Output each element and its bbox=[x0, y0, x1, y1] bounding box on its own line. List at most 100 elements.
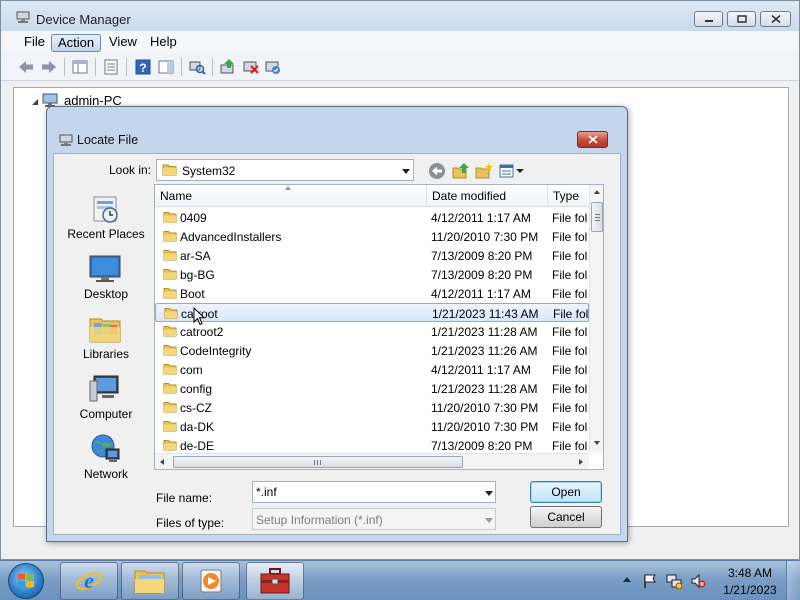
folder-icon bbox=[163, 421, 177, 432]
file-name-input[interactable] bbox=[256, 484, 466, 500]
file-row[interactable]: catroot2 1/21/2023 11:28 AM File fol bbox=[155, 322, 589, 341]
cancel-button[interactable]: Cancel bbox=[530, 506, 602, 528]
collapse-triangle-icon[interactable]: ◢ bbox=[32, 97, 38, 106]
file-row[interactable]: cs-CZ 11/20/2010 7:30 PM File fol bbox=[155, 398, 589, 417]
volume-muted-icon[interactable] bbox=[690, 573, 706, 589]
device-manager-icon bbox=[59, 134, 73, 146]
chevron-down-icon[interactable] bbox=[485, 491, 493, 496]
file-name-combobox[interactable] bbox=[252, 481, 496, 503]
locate-file-dialog: Locate File Look in: System32 Recent Pla… bbox=[46, 106, 628, 542]
file-row[interactable]: Boot 4/12/2011 1:17 AM File fol bbox=[155, 284, 589, 303]
vertical-scrollbar[interactable] bbox=[589, 185, 603, 453]
properties-icon[interactable] bbox=[102, 58, 120, 76]
device-manager-titlebar[interactable]: Device Manager bbox=[1, 1, 799, 31]
type-cell: File fol bbox=[552, 268, 588, 282]
network-status-icon[interactable] bbox=[666, 573, 682, 589]
file-list[interactable]: Name Date modified Type 0409 4/12/2011 1:… bbox=[154, 184, 604, 470]
file-row[interactable]: com 4/12/2011 1:17 AM File fol bbox=[155, 360, 589, 379]
file-row[interactable]: ar-SA 7/13/2009 8:20 PM File fol bbox=[155, 246, 589, 265]
file-row[interactable]: bg-BG 7/13/2009 8:20 PM File fol bbox=[155, 265, 589, 284]
back-icon[interactable] bbox=[428, 162, 446, 180]
date-modified-cell: 11/20/2010 7:30 PM bbox=[431, 401, 539, 415]
show-hide-console-tree-icon[interactable] bbox=[71, 58, 89, 76]
scroll-up-icon[interactable] bbox=[594, 190, 600, 194]
place-computer[interactable]: Computer bbox=[58, 373, 154, 429]
enable-device-icon[interactable] bbox=[264, 58, 282, 76]
type-cell: File fol bbox=[552, 401, 588, 415]
date-modified-cell: 11/20/2010 7:30 PM bbox=[431, 230, 539, 244]
open-button[interactable]: Open bbox=[530, 481, 602, 503]
taskbar-internet-explorer[interactable]: e bbox=[60, 562, 118, 600]
file-type-label: Files of type: bbox=[156, 516, 225, 530]
minimize-button[interactable] bbox=[694, 11, 723, 27]
maximize-button[interactable] bbox=[727, 11, 756, 27]
file-row[interactable]: de-DE 7/13/2009 8:20 PM File fol bbox=[155, 436, 589, 452]
type-cell: File fol bbox=[552, 363, 588, 377]
file-row[interactable]: AdvancedInstallers 11/20/2010 7:30 PM File… bbox=[155, 227, 589, 246]
file-row[interactable]: da-DK 11/20/2010 7:30 PM File fol bbox=[155, 417, 589, 436]
file-row[interactable]: 0409 4/12/2011 1:17 AM File fol bbox=[155, 208, 589, 227]
date-modified-cell: 4/12/2011 1:17 AM bbox=[431, 363, 531, 377]
update-driver-icon[interactable] bbox=[219, 58, 237, 76]
place-label: Libraries bbox=[82, 347, 130, 361]
horizontal-scroll-thumb[interactable] bbox=[173, 456, 463, 468]
show-hidden-icons-icon[interactable] bbox=[623, 577, 631, 582]
date-modified-cell: 7/13/2009 8:20 PM bbox=[431, 249, 533, 263]
folder-icon bbox=[163, 212, 177, 223]
type-cell: File fol bbox=[552, 325, 588, 339]
folder-icon bbox=[163, 326, 177, 337]
look-in-dropdown[interactable]: System32 bbox=[156, 159, 414, 181]
view-menu-icon[interactable] bbox=[499, 162, 515, 180]
menu-help[interactable]: Help bbox=[144, 34, 183, 52]
up-one-level-icon[interactable] bbox=[452, 162, 470, 180]
recent-places-icon bbox=[93, 196, 118, 223]
horizontal-scrollbar[interactable] bbox=[155, 453, 589, 469]
dialog-close-button[interactable] bbox=[577, 131, 608, 148]
scroll-down-icon[interactable] bbox=[594, 441, 600, 445]
column-header-date-modified[interactable]: Date modified bbox=[427, 185, 548, 207]
file-name-cell: 0409 bbox=[180, 211, 207, 225]
new-folder-icon[interactable] bbox=[475, 162, 493, 180]
forward-arrow-icon[interactable] bbox=[40, 58, 58, 76]
scan-hardware-changes-icon[interactable] bbox=[188, 58, 206, 76]
taskbar-device-manager[interactable] bbox=[246, 562, 304, 600]
action-pane-icon[interactable] bbox=[157, 58, 175, 76]
place-network[interactable]: Network bbox=[58, 433, 154, 489]
menu-view[interactable]: View bbox=[103, 34, 143, 52]
toolbar-separator bbox=[126, 58, 127, 76]
close-icon bbox=[770, 14, 781, 24]
scroll-left-icon[interactable] bbox=[160, 459, 164, 465]
back-arrow-icon[interactable] bbox=[17, 58, 35, 76]
start-button[interactable] bbox=[8, 563, 44, 599]
uninstall-device-icon[interactable] bbox=[242, 58, 260, 76]
show-desktop-button[interactable] bbox=[786, 561, 800, 600]
column-header-type[interactable]: Type bbox=[548, 185, 589, 207]
windows-logo-icon bbox=[18, 573, 34, 588]
vertical-scroll-thumb[interactable] bbox=[591, 202, 603, 232]
taskbar-media-player[interactable] bbox=[182, 562, 240, 600]
scroll-right-icon[interactable] bbox=[579, 459, 583, 465]
toolbar-separator bbox=[181, 58, 182, 76]
file-row[interactable]: CodeIntegrity 1/21/2023 11:26 AM File fol bbox=[155, 341, 589, 360]
column-header-label: Name bbox=[160, 189, 193, 203]
media-player-icon bbox=[200, 569, 222, 593]
chevron-down-icon[interactable] bbox=[516, 169, 524, 173]
file-row[interactable]: config 1/21/2023 11:28 AM File fol bbox=[155, 379, 589, 398]
close-button[interactable] bbox=[760, 11, 791, 27]
file-name-cell: cs-CZ bbox=[180, 401, 212, 415]
column-header-name[interactable]: Name bbox=[155, 185, 427, 207]
place-libraries[interactable]: Libraries bbox=[58, 313, 154, 369]
clock-date[interactable]: 1/21/2023 bbox=[718, 583, 782, 597]
taskbar-windows-explorer[interactable] bbox=[121, 562, 179, 600]
file-row[interactable]: catroot1/21/2023 11:43 AMFile fol bbox=[155, 303, 589, 322]
svg-text:?: ? bbox=[139, 61, 146, 75]
help-icon[interactable]: ? bbox=[134, 58, 152, 76]
place-recent-places[interactable]: Recent Places bbox=[58, 193, 154, 249]
action-center-flag-icon[interactable] bbox=[642, 573, 658, 589]
menu-action[interactable]: Action bbox=[51, 34, 102, 52]
place-desktop[interactable]: Desktop bbox=[58, 253, 154, 309]
file-name-cell: catroot2 bbox=[180, 325, 224, 339]
menu-file[interactable]: File bbox=[18, 34, 51, 52]
clock-time[interactable]: 3:48 AM bbox=[724, 566, 776, 580]
file-type-dropdown[interactable]: Setup Information (*.inf) bbox=[252, 508, 496, 530]
